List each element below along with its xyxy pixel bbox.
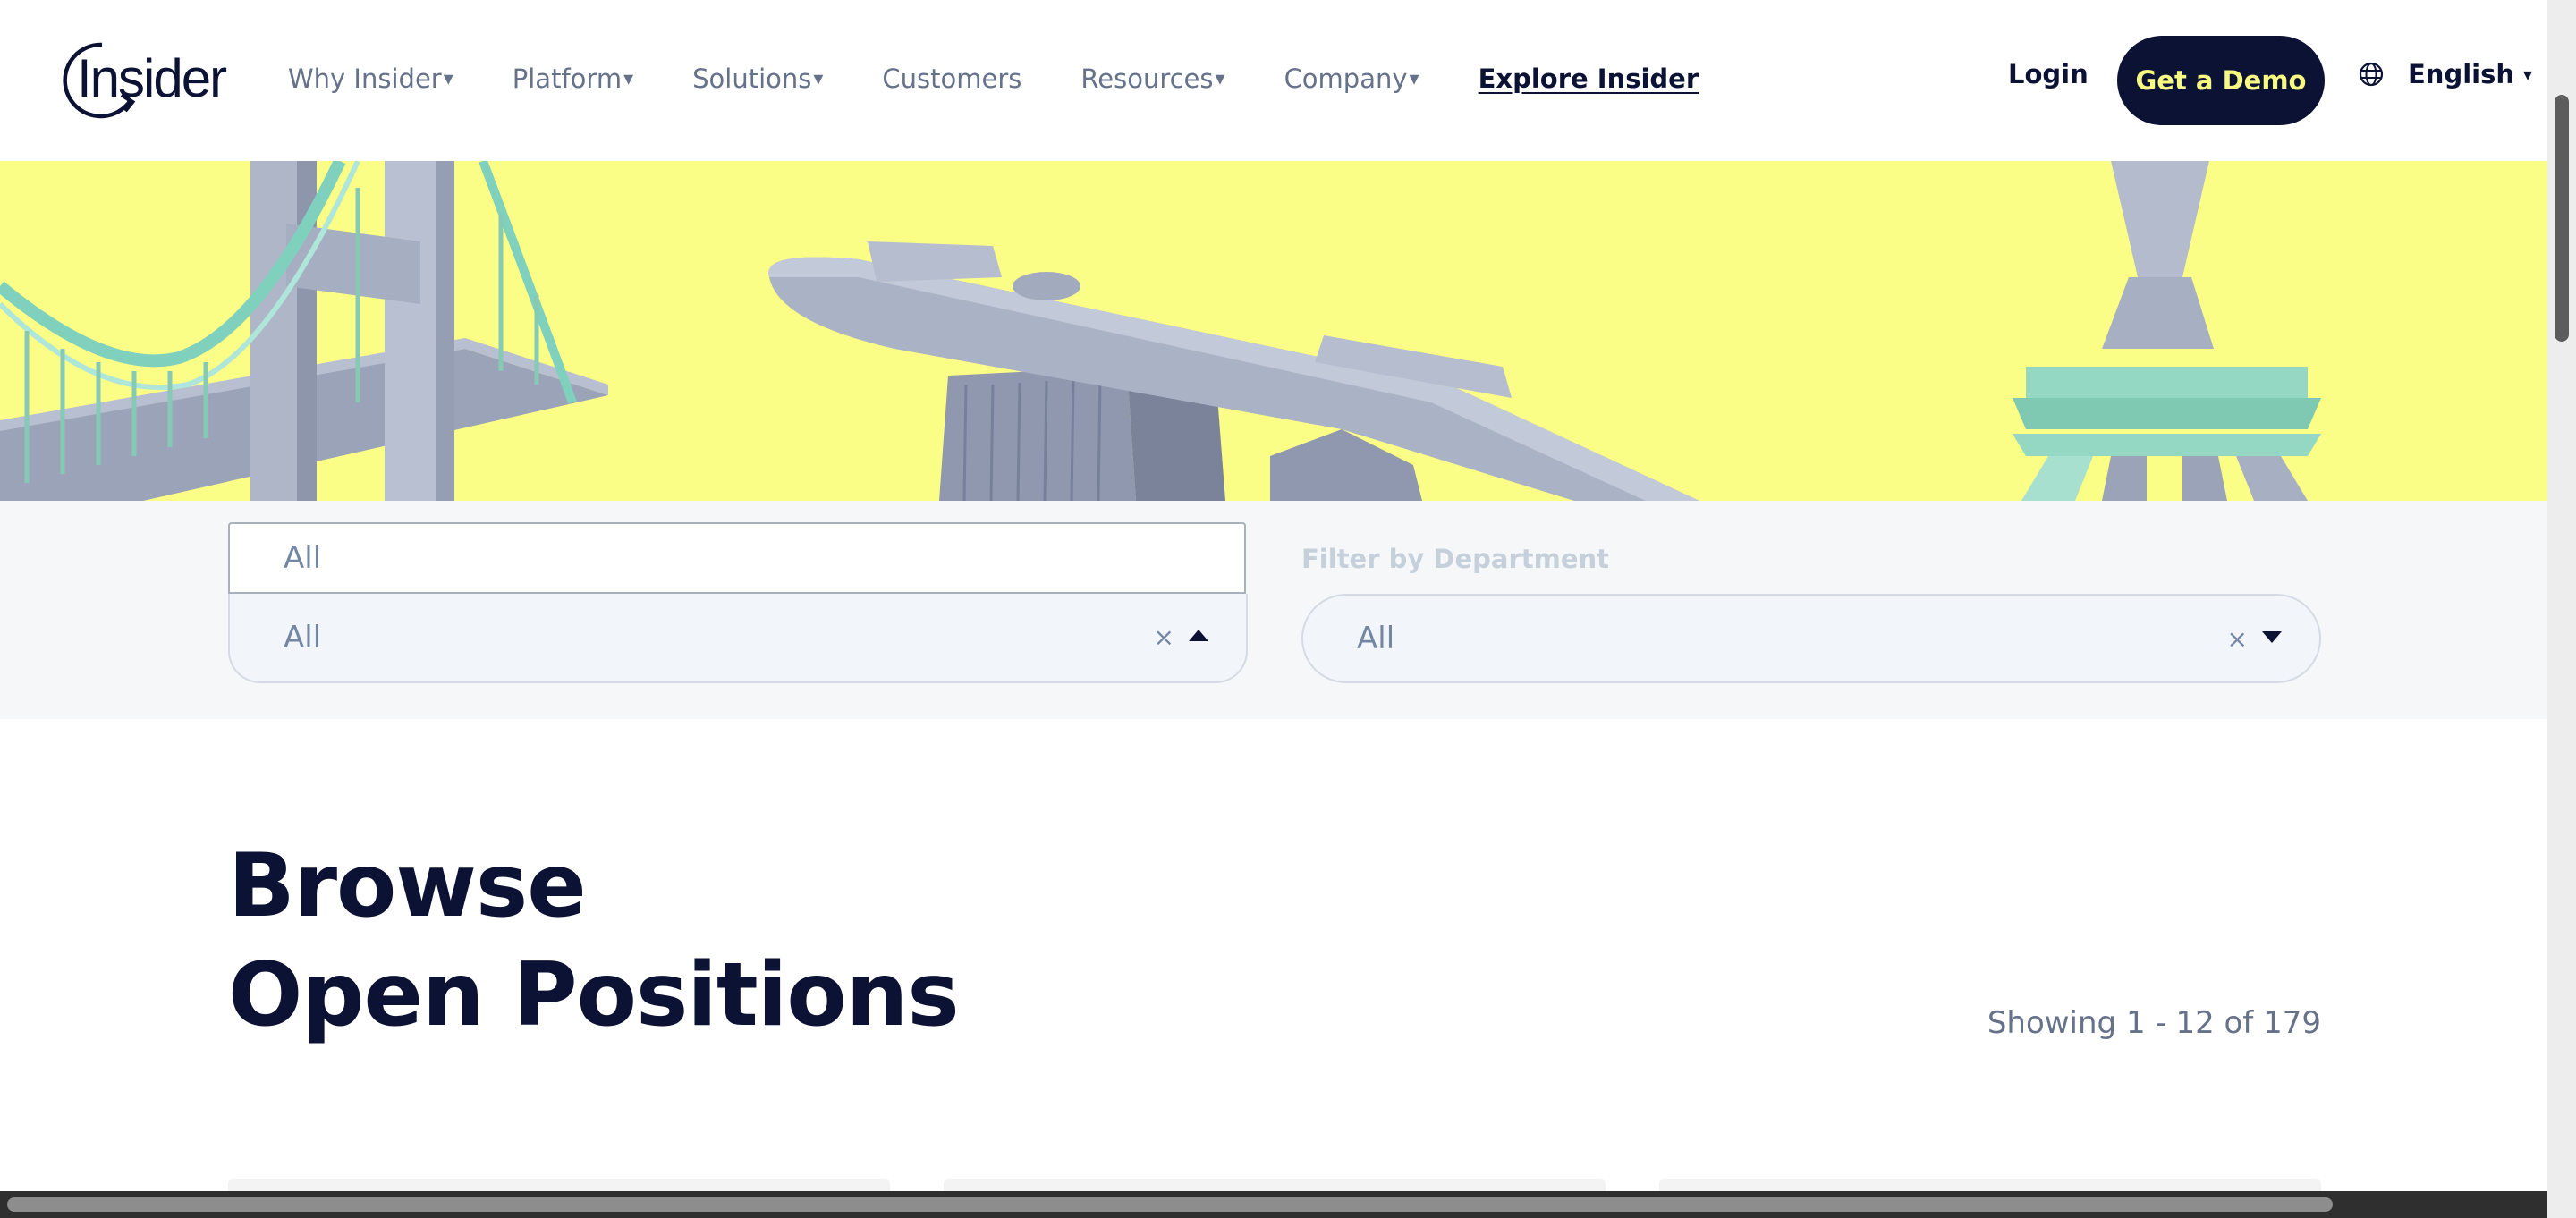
job-filters: All All × Filter by Department All × (0, 501, 2547, 719)
main-nav: Why Insider ▾ Platform ▾ Solutions ▾ Customers… (288, 54, 1758, 104)
nav-item-why-insider[interactable]: Why Insider ▾ (288, 63, 453, 94)
nav-item-label: Platform (512, 63, 623, 94)
brand-wordmark: Insider (77, 48, 226, 108)
nav-item-label: Customers (882, 63, 1022, 94)
job-card[interactable] (1659, 1179, 2321, 1191)
nav-item-label: Resources (1080, 63, 1214, 94)
nav-item-platform[interactable]: Platform ▾ (513, 63, 633, 94)
language-selector[interactable]: English ▾ (2358, 59, 2532, 89)
chevron-down-icon: ▾ (1409, 67, 1419, 90)
insider-logo[interactable]: Insider (55, 38, 234, 120)
vertical-scrollbar-thumb[interactable] (2555, 95, 2569, 342)
vertical-scrollbar[interactable] (2547, 0, 2576, 1218)
chevron-down-icon: ▾ (443, 67, 453, 90)
nav-item-label: Why Insider (288, 63, 442, 94)
clear-icon[interactable]: × (2227, 624, 2248, 654)
caret-down-icon[interactable] (2262, 631, 2282, 643)
site-header: Insider Why Insider ▾ Platform ▾ Solutions ▾ C… (0, 0, 2547, 161)
chevron-down-icon: ▾ (1215, 67, 1225, 90)
bridge-illustration (0, 161, 608, 501)
get-a-demo-button[interactable]: Get a Demo (2117, 36, 2325, 125)
globe-icon (2358, 61, 2385, 88)
horizontal-scrollbar[interactable] (0, 1191, 2547, 1218)
language-label: English (2408, 59, 2515, 89)
department-select[interactable]: All × (1301, 594, 2321, 683)
page-title-line-2: Open Positions (228, 944, 960, 1046)
eiffel-tower-illustration (2012, 161, 2321, 501)
nav-item-label: Solutions (692, 63, 812, 94)
chevron-down-icon: ▾ (813, 67, 824, 90)
nav-item-customers[interactable]: Customers (882, 63, 1021, 94)
location-selected-value: All (284, 620, 322, 656)
nav-item-solutions[interactable]: Solutions ▾ (692, 63, 823, 94)
location-search-input[interactable]: All (228, 522, 1246, 594)
nav-item-resources[interactable]: Resources ▾ (1080, 63, 1224, 94)
job-card[interactable] (228, 1179, 890, 1191)
results-count: Showing 1 - 12 of 179 (1987, 1005, 2321, 1041)
clear-icon[interactable]: × (1154, 622, 1174, 652)
chevron-down-icon: ▾ (2523, 63, 2533, 85)
page-title-line-1: Browse (228, 835, 587, 937)
caret-up-icon[interactable] (1189, 630, 1208, 641)
nav-item-company[interactable]: Company ▾ (1284, 63, 1419, 94)
page-title: Browse Open Positions (228, 832, 960, 1050)
department-selected-value: All (1357, 621, 1395, 656)
horizontal-scrollbar-thumb[interactable] (7, 1197, 2333, 1212)
department-filter-label: Filter by Department (1301, 544, 1610, 574)
location-select[interactable]: All × (228, 594, 1248, 683)
nav-item-label: Company (1284, 63, 1408, 94)
explore-insider-link[interactable]: Explore Insider (1479, 63, 1699, 94)
marina-bay-sands-illustration (768, 241, 1699, 501)
hero-illustration (0, 161, 2547, 501)
chevron-down-icon: ▾ (623, 67, 634, 90)
login-link[interactable]: Login (2008, 59, 2089, 89)
job-cards-row (0, 1179, 2547, 1191)
job-card[interactable] (944, 1179, 1606, 1191)
